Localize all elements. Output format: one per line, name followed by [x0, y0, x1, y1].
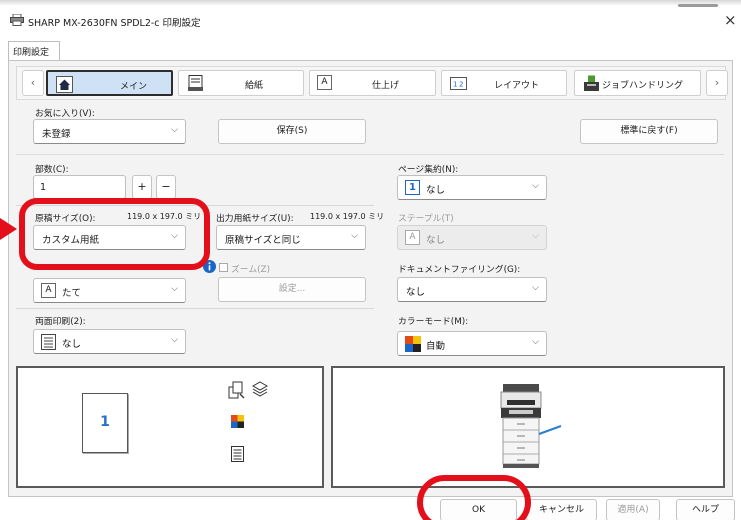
copies-input[interactable]: 1: [33, 175, 126, 199]
color-mode-value: 自動: [426, 341, 446, 352]
output-size-dropdown[interactable]: 原稿サイズと同じ ⌵: [216, 225, 366, 250]
staple-label: ステープル(T): [398, 214, 454, 224]
print-job-icon: [228, 381, 245, 399]
document-filing-dropdown[interactable]: なし ⌵: [397, 277, 547, 302]
printer-illustration: [500, 384, 562, 468]
scroll-indicator: [678, 4, 718, 7]
finishing-icon: A: [317, 75, 332, 90]
save-button[interactable]: 保存(S): [218, 119, 366, 144]
category-finishing-label: 仕上げ: [372, 81, 400, 91]
category-main-label: メイン: [120, 82, 148, 92]
duplex-dropdown[interactable]: なし ⌵: [33, 329, 186, 354]
prev-category-button[interactable]: ‹: [22, 70, 44, 96]
n-up-value: なし: [426, 185, 446, 196]
cancel-button[interactable]: キャンセル: [526, 499, 597, 520]
annotation-arrow: [0, 218, 17, 240]
page-preview-panel: [16, 366, 324, 488]
category-paper-source-label: 給紙: [245, 81, 264, 91]
copies-increment-button[interactable]: +: [132, 175, 152, 199]
orientation-dropdown[interactable]: A たて ⌵: [33, 278, 186, 303]
section-divider: [16, 154, 724, 155]
category-main[interactable]: メイン: [46, 70, 173, 96]
favorites-label: お気に入り(V):: [35, 109, 95, 119]
tab-print-settings[interactable]: 印刷設定: [8, 41, 60, 60]
output-size-value: 原稿サイズと同じ: [225, 235, 301, 246]
chevron-down-icon: ⌵: [532, 283, 539, 293]
category-layout[interactable]: 1 2 レイアウト: [441, 70, 567, 96]
page-preview-number: 1: [100, 414, 110, 430]
staple-value: なし: [426, 235, 446, 246]
document-filing-label: ドキュメントファイリング(G):: [398, 265, 521, 275]
chevron-down-icon: ⌵: [532, 181, 539, 191]
stack-icon: [252, 381, 268, 397]
zoom-label: ズーム(Z): [231, 265, 271, 275]
title-bar-shadow: [0, 0, 741, 6]
staple-icon: A: [405, 230, 420, 245]
house-icon: [56, 76, 73, 93]
category-paper-source[interactable]: 給紙: [178, 70, 304, 96]
close-icon[interactable]: ×: [724, 11, 737, 29]
svg-text:2: 2: [459, 81, 463, 89]
output-size-dims: 119.0 x 197.0 ミリ: [310, 212, 385, 221]
output-size-label: 出力用紙サイズ(U):: [216, 214, 294, 224]
single-side-icon: [41, 334, 56, 350]
job-handling-icon: [584, 75, 599, 91]
color-mode-label: カラーモード(M):: [398, 317, 469, 327]
chevron-down-icon: ⌵: [351, 231, 358, 241]
duplex-value: なし: [62, 339, 82, 350]
orientation-divider: [16, 308, 374, 309]
chevron-down-icon: ⌵: [532, 231, 539, 241]
color-mode-dropdown[interactable]: 自動 ⌵: [397, 331, 547, 356]
category-layout-label: レイアウト: [494, 81, 540, 91]
next-category-button[interactable]: ›: [706, 70, 728, 96]
svg-text:1: 1: [453, 81, 457, 89]
reset-defaults-button[interactable]: 標準に戻す(F): [580, 119, 718, 144]
layout-icon: 1 2: [450, 77, 467, 90]
chevron-down-icon: ⌵: [171, 335, 178, 345]
help-button[interactable]: ヘルプ: [676, 499, 735, 520]
one-page-icon: 1: [405, 180, 420, 195]
annotation-ring-ok: [417, 475, 531, 520]
color-preview-icon: [231, 415, 244, 428]
paper-tray-icon: [188, 75, 203, 91]
n-up-label: ページ集約(N):: [398, 165, 459, 175]
apply-button[interactable]: 適用(A): [606, 499, 660, 520]
chevron-down-icon: ⌵: [171, 284, 178, 294]
portrait-icon: A: [41, 283, 56, 298]
chevron-down-icon: ⌵: [532, 337, 539, 347]
duplex-label: 両面印刷(2):: [35, 317, 86, 327]
window-title: SHARP MX-2630FN SPDL2-c 印刷設定: [28, 18, 201, 29]
zoom-checkbox[interactable]: [219, 263, 228, 272]
category-finishing[interactable]: A 仕上げ: [309, 70, 436, 96]
zoom-settings-button[interactable]: 設定...: [218, 277, 366, 302]
copies-label: 部数(C):: [35, 165, 69, 175]
chevron-down-icon: ⌵: [171, 125, 178, 135]
orientation-value: たて: [62, 288, 82, 299]
document-preview-icon: [231, 446, 244, 462]
annotation-ring-original-size: [19, 198, 210, 270]
document-filing-value: なし: [406, 287, 426, 298]
category-job-handling-label: ジョブハンドリング: [602, 81, 684, 91]
copies-decrement-button[interactable]: −: [156, 175, 176, 199]
favorites-value: 未登録: [42, 129, 71, 140]
favorites-dropdown[interactable]: 未登録 ⌵: [33, 119, 186, 144]
n-up-dropdown[interactable]: 1 なし ⌵: [397, 175, 547, 200]
printer-icon: [10, 14, 24, 26]
color-auto-icon: [405, 336, 421, 352]
staple-dropdown[interactable]: A なし ⌵: [397, 225, 547, 250]
page-preview-paper: 1: [82, 393, 128, 453]
category-job-handling[interactable]: ジョブハンドリング: [574, 70, 701, 96]
